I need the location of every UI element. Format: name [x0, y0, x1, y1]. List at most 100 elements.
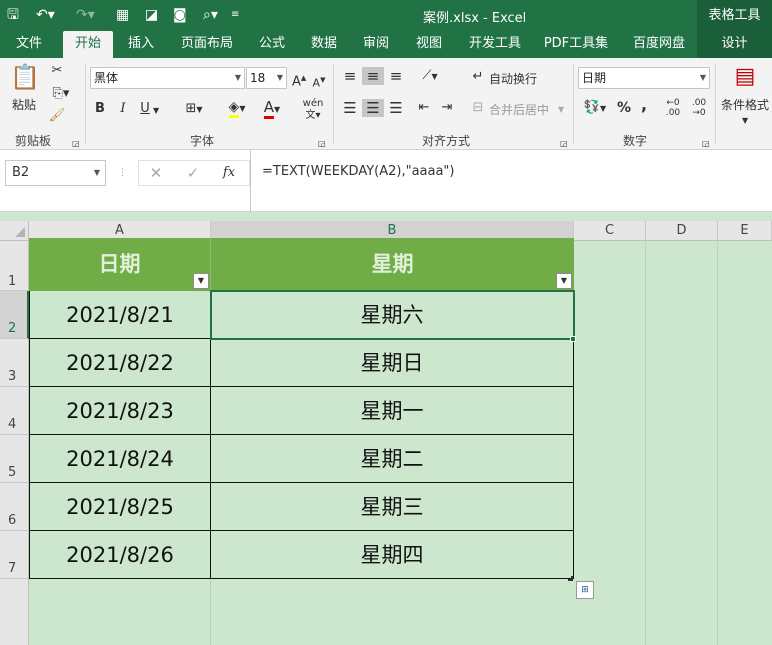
- redo-icon[interactable]: ↷▾: [76, 5, 95, 25]
- tab-insert[interactable]: 插入: [118, 31, 164, 58]
- tab-view[interactable]: 视图: [406, 31, 452, 58]
- increase-indent-icon[interactable]: ⇥: [437, 99, 457, 117]
- wrap-text-button[interactable]: 自动换行: [489, 70, 537, 87]
- font-size-value: 18: [250, 71, 266, 85]
- merge-center-icon[interactable]: ⊟: [470, 99, 486, 117]
- header-cell-date[interactable]: 日期: [29, 238, 211, 291]
- weekday-cell[interactable]: 星期一: [211, 387, 574, 435]
- date-cell[interactable]: 2021/8/26: [29, 531, 211, 579]
- row-header-8[interactable]: [0, 579, 29, 645]
- fill-handle[interactable]: [570, 336, 576, 342]
- paste-button[interactable]: 粘贴: [12, 96, 36, 113]
- row-header-4[interactable]: 4: [0, 387, 29, 435]
- merge-center-button[interactable]: 合并后居中: [489, 101, 549, 118]
- align-center-icon[interactable]: ☰: [362, 99, 384, 117]
- separator: [573, 64, 574, 144]
- weekday-cell[interactable]: 星期四: [211, 531, 574, 579]
- date-cell[interactable]: 2021/8/24: [29, 435, 211, 483]
- decrease-indent-icon[interactable]: ⇤: [414, 99, 434, 117]
- column-header-d[interactable]: D: [646, 221, 718, 241]
- row-header-5[interactable]: 5: [0, 435, 29, 483]
- select-all-corner[interactable]: [0, 221, 29, 241]
- percent-button[interactable]: %: [615, 99, 633, 117]
- paste-icon[interactable]: 📋: [10, 62, 40, 94]
- row-header-6[interactable]: 6: [0, 483, 29, 531]
- borders-icon[interactable]: ⊞▼: [180, 100, 208, 119]
- formula-bar-resize-icon[interactable]: ⋮: [118, 164, 127, 182]
- decrease-decimal-icon[interactable]: .00 →0: [688, 98, 710, 118]
- formula-input[interactable]: =TEXT(WEEKDAY(A2),"aaaa"): [250, 150, 772, 212]
- phonetic-guide-icon[interactable]: wén 文▾: [298, 98, 328, 122]
- underline-button[interactable]: U: [139, 100, 151, 118]
- chevron-down-icon[interactable]: ▼: [153, 102, 159, 120]
- date-cell[interactable]: 2021/8/25: [29, 483, 211, 531]
- header-cell-weekday[interactable]: 星期: [211, 238, 574, 291]
- conditional-formatting-icon[interactable]: ▤: [731, 62, 759, 94]
- table-resize-handle[interactable]: [568, 576, 573, 581]
- weekday-cell[interactable]: 星期二: [211, 435, 574, 483]
- print-preview-icon[interactable]: ⌕▾: [203, 5, 218, 25]
- camera-icon[interactable]: ◙: [173, 5, 187, 25]
- row-header-3[interactable]: 3: [0, 339, 29, 387]
- column-header-e[interactable]: E: [718, 221, 772, 241]
- increase-decimal-icon[interactable]: ←0.00: [662, 98, 684, 118]
- filter-dropdown-weekday[interactable]: ▼: [556, 273, 572, 289]
- align-middle-icon[interactable]: ≡: [362, 67, 384, 85]
- name-box[interactable]: B2 ▼: [5, 160, 106, 186]
- quick-analysis-icon[interactable]: ⊞: [576, 581, 594, 599]
- font-name-select[interactable]: 黑体 ▼: [90, 67, 245, 89]
- date-cell[interactable]: 2021/8/22: [29, 339, 211, 387]
- grow-font-icon[interactable]: A▲: [292, 69, 306, 91]
- tab-review[interactable]: 审阅: [353, 31, 399, 58]
- align-right-icon[interactable]: ☰: [386, 99, 406, 117]
- italic-button[interactable]: I: [117, 100, 129, 118]
- format-painter-icon[interactable]: 🖌: [48, 107, 66, 125]
- undo-icon[interactable]: ↶▾: [36, 5, 55, 25]
- ribbon: 📋 粘贴 ✂ ⎘▾ 🖌 剪贴板 ◲ 黑体 ▼ 18 ▼ A▲ A▼ B I U ▼ …: [0, 58, 772, 150]
- tab-developer[interactable]: 开发工具: [463, 31, 527, 58]
- tab-design[interactable]: 设计: [697, 31, 772, 58]
- date-cell[interactable]: 2021/8/21: [29, 291, 211, 339]
- tab-baidu-netdisk[interactable]: 百度网盘: [626, 31, 692, 58]
- screenshot-icon[interactable]: ◪: [145, 5, 158, 25]
- column-header-c[interactable]: C: [574, 221, 646, 241]
- customize-qat-icon[interactable]: ≡: [231, 5, 239, 25]
- worksheet[interactable]: A B C D E 1 2 3 4 5 6 7 日期 ▼ 星期 ▼ 2021/8…: [0, 212, 772, 645]
- comma-button[interactable]: ,: [638, 96, 650, 114]
- number-format-select[interactable]: 日期 ▼: [578, 67, 710, 89]
- tab-home[interactable]: 开始: [63, 31, 113, 58]
- form-icon[interactable]: ▦: [116, 5, 129, 25]
- font-size-select[interactable]: 18 ▼: [246, 67, 287, 89]
- shrink-font-icon[interactable]: A▼: [312, 71, 326, 93]
- orientation-icon[interactable]: ⟋▼: [416, 67, 444, 86]
- row-header-7[interactable]: 7: [0, 531, 29, 579]
- enter-icon[interactable]: ✓: [183, 164, 203, 182]
- insert-function-button[interactable]: fx: [218, 164, 240, 182]
- date-cell[interactable]: 2021/8/23: [29, 387, 211, 435]
- tab-page-layout[interactable]: 页面布局: [175, 31, 239, 58]
- weekday-cell[interactable]: 星期三: [211, 483, 574, 531]
- tab-pdf-tools[interactable]: PDF工具集: [540, 31, 612, 58]
- accounting-format-icon[interactable]: 💱▼: [580, 99, 610, 118]
- tab-formulas[interactable]: 公式: [249, 31, 295, 58]
- row-header-1[interactable]: 1: [0, 241, 29, 291]
- chevron-down-icon[interactable]: ▼: [558, 101, 564, 119]
- cut-icon[interactable]: ✂: [48, 62, 66, 80]
- filter-dropdown-date[interactable]: ▼: [193, 273, 209, 289]
- bold-button[interactable]: B: [94, 100, 106, 118]
- font-color-icon[interactable]: A▼: [257, 98, 287, 119]
- save-icon[interactable]: 🖫: [7, 5, 19, 25]
- align-bottom-icon[interactable]: ≡: [386, 67, 406, 85]
- tab-file[interactable]: 文件: [5, 31, 53, 58]
- fill-color-icon[interactable]: ◈▼: [222, 98, 252, 118]
- conditional-formatting-button[interactable]: 条件格式: [721, 96, 769, 113]
- align-top-icon[interactable]: ≡: [340, 67, 360, 85]
- wrap-text-icon[interactable]: ↵: [470, 68, 486, 86]
- tab-data[interactable]: 数据: [301, 31, 347, 58]
- weekday-cell[interactable]: 星期日: [211, 339, 574, 387]
- align-left-icon[interactable]: ☰: [340, 99, 360, 117]
- chevron-down-icon[interactable]: ▼: [742, 112, 748, 130]
- cancel-icon[interactable]: ✕: [146, 164, 166, 182]
- row-header-2[interactable]: 2: [0, 291, 29, 339]
- copy-icon[interactable]: ⎘▾: [48, 85, 74, 103]
